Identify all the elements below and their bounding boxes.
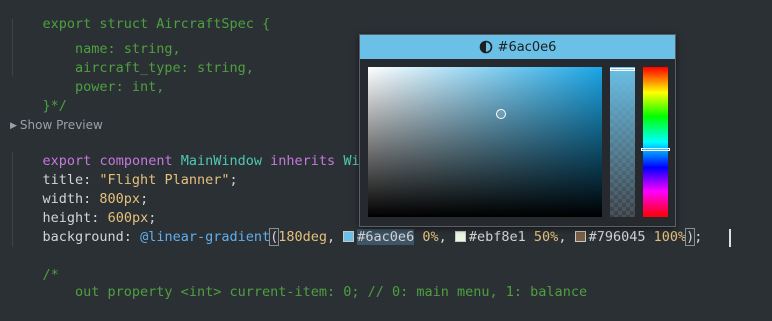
length-value: 800px: [99, 191, 141, 207]
stop-position: 50%: [533, 229, 559, 245]
show-preview-label: Show Preview: [19, 118, 103, 132]
code-text: }*/: [42, 98, 67, 114]
length-value: 600px: [107, 210, 149, 226]
saturation-value-handle[interactable]: [496, 109, 506, 119]
color-value: #ebf8e1: [468, 229, 526, 245]
color-picker-popup[interactable]: #6ac0e6: [359, 34, 676, 227]
keyword: inherits: [270, 153, 336, 169]
color-swatch[interactable]: [574, 231, 586, 242]
angle-value: 180deg: [278, 229, 328, 245]
property-name: height: [42, 210, 92, 226]
alpha-handle[interactable]: [610, 68, 635, 71]
hex-value[interactable]: #6ac0e6: [498, 40, 557, 55]
code-line[interactable]: title: "Flight Planner";: [10, 171, 238, 190]
show-preview-codelens[interactable]: ▶ Show Preview: [10, 117, 103, 133]
property-name: width: [42, 191, 84, 207]
code-line[interactable]: aircraft_type: string,: [10, 40, 254, 76]
keyword: component: [99, 153, 173, 169]
function-name: @linear-gradient: [140, 229, 271, 245]
color-value: #6ac0e6: [357, 229, 415, 245]
stop-position: 0%: [422, 229, 439, 245]
text-cursor: [729, 229, 731, 247]
property-name: background: [42, 229, 124, 245]
color-swatch[interactable]: [343, 231, 355, 242]
alpha-gradient: [610, 67, 635, 217]
code-line[interactable]: height: 600px;: [10, 209, 157, 228]
keyword: export: [42, 153, 92, 169]
code-line[interactable]: export struct AircraftSpec {: [10, 0, 271, 32]
code-line[interactable]: power: int,: [10, 59, 164, 95]
code-line[interactable]: name: string,: [10, 21, 181, 57]
code-line[interactable]: out property <int> current-item: 0; // 0…: [10, 264, 587, 300]
hue-handle[interactable]: [641, 148, 670, 151]
color-value: #796045: [588, 229, 646, 245]
code-line[interactable]: }*/: [10, 78, 67, 114]
contrast-icon[interactable]: [479, 40, 493, 54]
component-name: MainWindow: [180, 153, 263, 169]
play-icon: ▶: [10, 121, 17, 131]
stop-position: 100%: [653, 229, 687, 245]
color-picker-header: #6ac0e6: [360, 35, 675, 59]
property-name: title: [42, 172, 84, 188]
string-value: "Flight Planner": [99, 172, 230, 188]
saturation-value-area[interactable]: [368, 67, 602, 217]
alpha-slider[interactable]: [610, 67, 635, 217]
code-line[interactable]: background: @linear-gradient(180deg, #6a…: [10, 228, 702, 247]
code-line[interactable]: export component MainWindow inherits Win…: [10, 133, 409, 169]
code-text: out property <int> current-item: 0; // 0…: [42, 284, 588, 300]
color-swatch[interactable]: [454, 231, 466, 242]
code-line[interactable]: width: 800px;: [10, 190, 149, 209]
hue-slider[interactable]: [641, 67, 670, 217]
